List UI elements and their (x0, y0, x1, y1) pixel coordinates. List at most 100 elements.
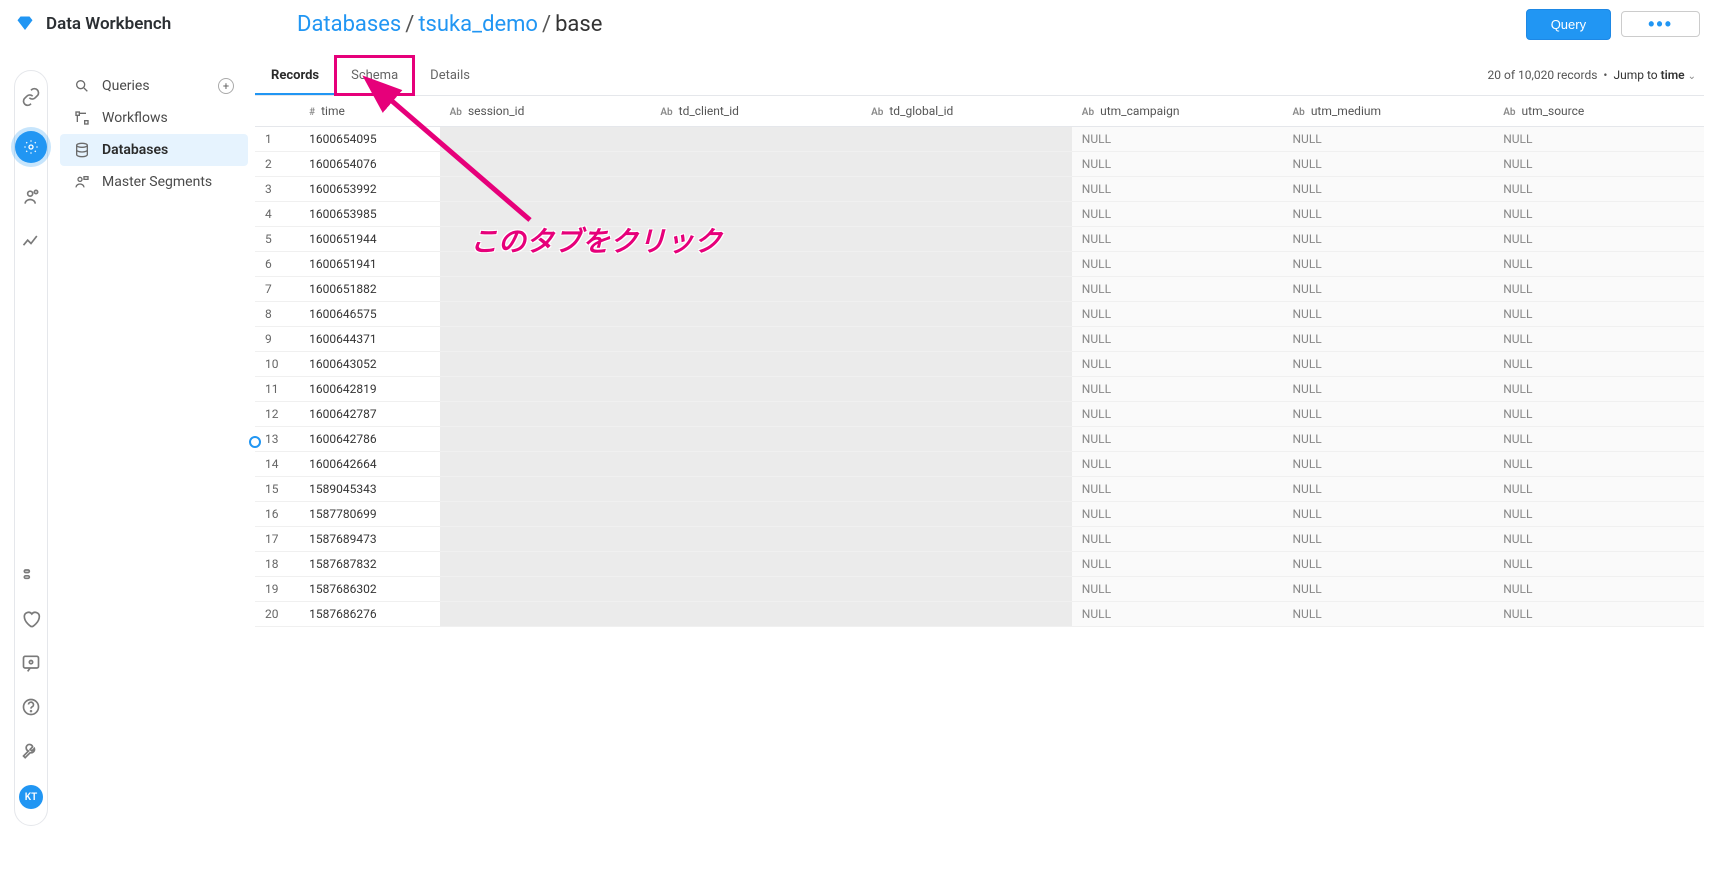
cell-campaign: NULL (1072, 602, 1283, 627)
breadcrumb-sep: / (405, 12, 414, 37)
logo-area: Data Workbench (16, 14, 254, 34)
cell-time: 1600651882 (299, 277, 439, 302)
cell-rownum: 4 (255, 202, 299, 227)
plus-icon[interactable]: + (218, 78, 234, 94)
table-row[interactable]: 161587780699 NULLNULLNULL (255, 502, 1704, 527)
sidebar-item-databases[interactable]: Databases (60, 134, 248, 166)
cell-source: NULL (1493, 402, 1704, 427)
cell-source: NULL (1493, 577, 1704, 602)
table-row[interactable]: 201587686276 NULLNULLNULL (255, 602, 1704, 627)
wrench-icon[interactable] (21, 741, 41, 761)
table-row[interactable]: 181587687832 NULLNULLNULL (255, 552, 1704, 577)
cell-source: NULL (1493, 127, 1704, 152)
table-row[interactable]: 71600651882 NULLNULLNULL (255, 277, 1704, 302)
table-row[interactable]: 131600642786 NULLNULLNULL (255, 427, 1704, 452)
cell-rownum: 3 (255, 177, 299, 202)
col-header-source[interactable]: Abutm_source (1493, 96, 1704, 127)
row-marker (249, 436, 261, 448)
table-row[interactable]: 101600643052 NULLNULLNULL (255, 352, 1704, 377)
jump-to-link[interactable]: Jump to time ⌄ (1613, 68, 1696, 82)
cell-global (861, 277, 1072, 302)
table-row[interactable]: 141600642664 NULLNULLNULL (255, 452, 1704, 477)
cell-campaign: NULL (1072, 352, 1283, 377)
col-header-session[interactable]: Absession_id (440, 96, 651, 127)
cell-session (440, 502, 651, 527)
avatar[interactable]: KT (19, 785, 43, 809)
cell-client (650, 302, 861, 327)
cell-rownum: 19 (255, 577, 299, 602)
cell-medium: NULL (1283, 352, 1494, 377)
cell-campaign: NULL (1072, 277, 1283, 302)
col-header-campaign[interactable]: Abutm_campaign (1072, 96, 1283, 127)
cell-rownum: 13 (255, 427, 299, 452)
cell-source: NULL (1493, 327, 1704, 352)
col-header-global[interactable]: Abtd_global_id (861, 96, 1072, 127)
col-header-client[interactable]: Abtd_client_id (650, 96, 861, 127)
cell-session (440, 527, 651, 552)
cell-source: NULL (1493, 452, 1704, 477)
col-header-rownum[interactable] (255, 96, 299, 127)
table-row[interactable]: 51600651944 NULLNULLNULL (255, 227, 1704, 252)
table-row[interactable]: 81600646575 NULLNULLNULL (255, 302, 1704, 327)
chevron-down-icon: ⌄ (1688, 71, 1696, 82)
data-workbench-icon[interactable] (15, 131, 47, 163)
tab-schema[interactable]: Schema (335, 56, 414, 95)
audience-icon[interactable] (21, 187, 41, 207)
table-row[interactable]: 61600651941 NULLNULLNULL (255, 252, 1704, 277)
list-icon[interactable] (21, 565, 41, 585)
heart-icon[interactable] (21, 609, 41, 629)
cell-rownum: 20 (255, 602, 299, 627)
chart-icon[interactable] (21, 231, 41, 251)
cell-rownum: 8 (255, 302, 299, 327)
table-row[interactable]: 191587686302 NULLNULLNULL (255, 577, 1704, 602)
breadcrumb-root[interactable]: Databases (297, 12, 401, 37)
tab-records[interactable]: Records (255, 56, 335, 95)
sidebar-item-queries[interactable]: Queries + (60, 70, 248, 102)
col-header-time[interactable]: #time (299, 96, 439, 127)
link-icon[interactable] (21, 87, 41, 107)
cell-medium: NULL (1283, 577, 1494, 602)
more-button[interactable]: ••• (1621, 11, 1700, 37)
chat-icon[interactable] (21, 653, 41, 673)
table-row[interactable]: 91600644371 NULLNULLNULL (255, 327, 1704, 352)
table-row[interactable]: 171587689473 NULLNULLNULL (255, 527, 1704, 552)
cell-medium: NULL (1283, 202, 1494, 227)
cell-global (861, 377, 1072, 402)
table-row[interactable]: 121600642787 NULLNULLNULL (255, 402, 1704, 427)
table-row[interactable]: 151589045343 NULLNULLNULL (255, 477, 1704, 502)
sidebar-item-workflows[interactable]: Workflows (60, 102, 248, 134)
cell-global (861, 202, 1072, 227)
cell-client (650, 177, 861, 202)
table-row[interactable]: 41600653985 NULLNULLNULL (255, 202, 1704, 227)
cell-source: NULL (1493, 552, 1704, 577)
cell-rownum: 7 (255, 277, 299, 302)
breadcrumb-db[interactable]: tsuka_demo (418, 12, 538, 37)
cell-session (440, 552, 651, 577)
cell-global (861, 302, 1072, 327)
cell-medium: NULL (1283, 552, 1494, 577)
cell-time: 1600644371 (299, 327, 439, 352)
query-button[interactable]: Query (1526, 9, 1611, 40)
tab-details[interactable]: Details (414, 56, 486, 95)
cell-campaign: NULL (1072, 252, 1283, 277)
cell-session (440, 152, 651, 177)
breadcrumb-sep: / (542, 12, 551, 37)
cell-campaign: NULL (1072, 527, 1283, 552)
col-header-medium[interactable]: Abutm_medium (1283, 96, 1494, 127)
cell-time: 1600642819 (299, 377, 439, 402)
cell-medium: NULL (1283, 527, 1494, 552)
cell-global (861, 152, 1072, 177)
help-icon[interactable] (21, 697, 41, 717)
sidebar-item-label: Master Segments (102, 174, 212, 190)
cell-medium: NULL (1283, 602, 1494, 627)
table-row[interactable]: 111600642819 NULLNULLNULL (255, 377, 1704, 402)
table-row[interactable]: 31600653992 NULLNULLNULL (255, 177, 1704, 202)
cell-time: 1589045343 (299, 477, 439, 502)
sidebar-item-master-segments[interactable]: Master Segments (60, 166, 248, 198)
cell-rownum: 14 (255, 452, 299, 477)
sidebar-item-label: Queries (102, 78, 150, 94)
cell-medium: NULL (1283, 327, 1494, 352)
workflow-icon (74, 110, 90, 126)
table-row[interactable]: 21600654076 NULLNULLNULL (255, 152, 1704, 177)
table-row[interactable]: 11600654095 NULLNULLNULL (255, 127, 1704, 152)
